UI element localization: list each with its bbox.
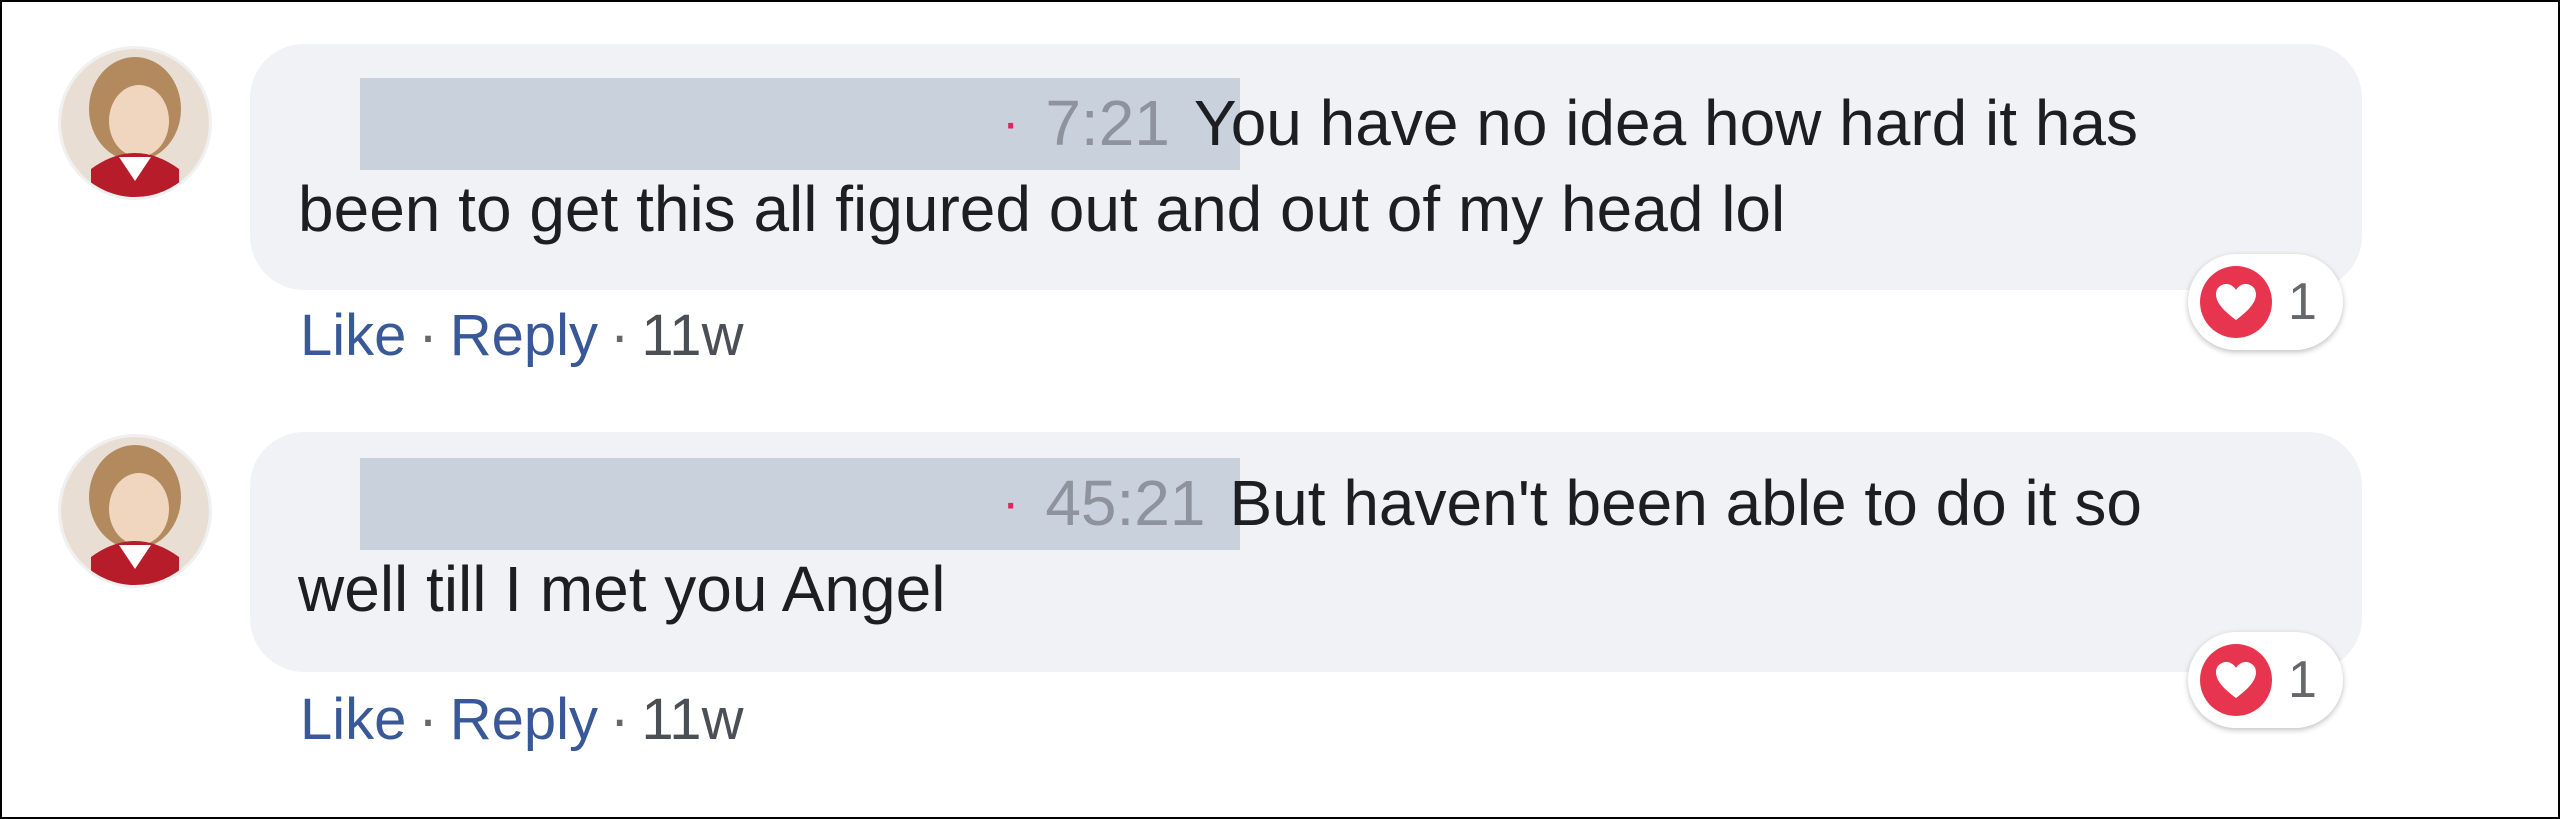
separator: · xyxy=(610,303,630,368)
reaction-badge[interactable]: 1 xyxy=(2188,254,2343,350)
comment-text-line: · 7:21 You have no idea how hard it has xyxy=(1002,86,2139,160)
voice-dot-icon: · xyxy=(1002,94,1020,152)
voice-dot-icon: · xyxy=(1002,474,1020,532)
comment-bubble: · 7:21 You have no idea how hard it has … xyxy=(250,44,2362,290)
reaction-count: 1 xyxy=(2288,651,2317,709)
like-link[interactable]: Like xyxy=(300,686,406,753)
comment-1: · 7:21 You have no idea how hard it has … xyxy=(2,2,2560,382)
comment-2: · 45:21 But haven't been able to do it s… xyxy=(2,386,2560,766)
separator: · xyxy=(418,687,438,752)
reply-link[interactable]: Reply xyxy=(450,686,598,753)
heart-icon xyxy=(2200,266,2272,338)
comment-text: You have no idea how hard it has xyxy=(1193,87,2139,159)
comment-text: been to get this all figured out and out… xyxy=(298,173,1786,245)
comment-text: well till I met you Angel xyxy=(298,553,946,625)
heart-icon xyxy=(2200,644,2272,716)
comment-actions: Like · Reply · 11w xyxy=(300,686,743,753)
separator: · xyxy=(418,303,438,368)
screenshot-frame: · 7:21 You have no idea how hard it has … xyxy=(0,0,2560,819)
comment-age[interactable]: 11w xyxy=(641,686,743,753)
avatar[interactable] xyxy=(58,46,212,200)
comment-text: But haven't been able to do it so xyxy=(1229,467,2142,539)
separator: · xyxy=(610,687,630,752)
like-link[interactable]: Like xyxy=(300,302,406,369)
timestamp[interactable]: 45:21 xyxy=(1045,466,1205,540)
reply-link[interactable]: Reply xyxy=(450,302,598,369)
timestamp[interactable]: 7:21 xyxy=(1045,86,1170,160)
comment-age[interactable]: 11w xyxy=(641,302,743,369)
reaction-count: 1 xyxy=(2288,273,2317,331)
comment-text-line: · 45:21 But haven't been able to do it s… xyxy=(1002,466,2142,540)
avatar[interactable] xyxy=(58,434,212,588)
comment-actions: Like · Reply · 11w xyxy=(300,302,743,369)
reaction-badge[interactable]: 1 xyxy=(2188,632,2343,728)
comment-bubble: · 45:21 But haven't been able to do it s… xyxy=(250,432,2362,672)
